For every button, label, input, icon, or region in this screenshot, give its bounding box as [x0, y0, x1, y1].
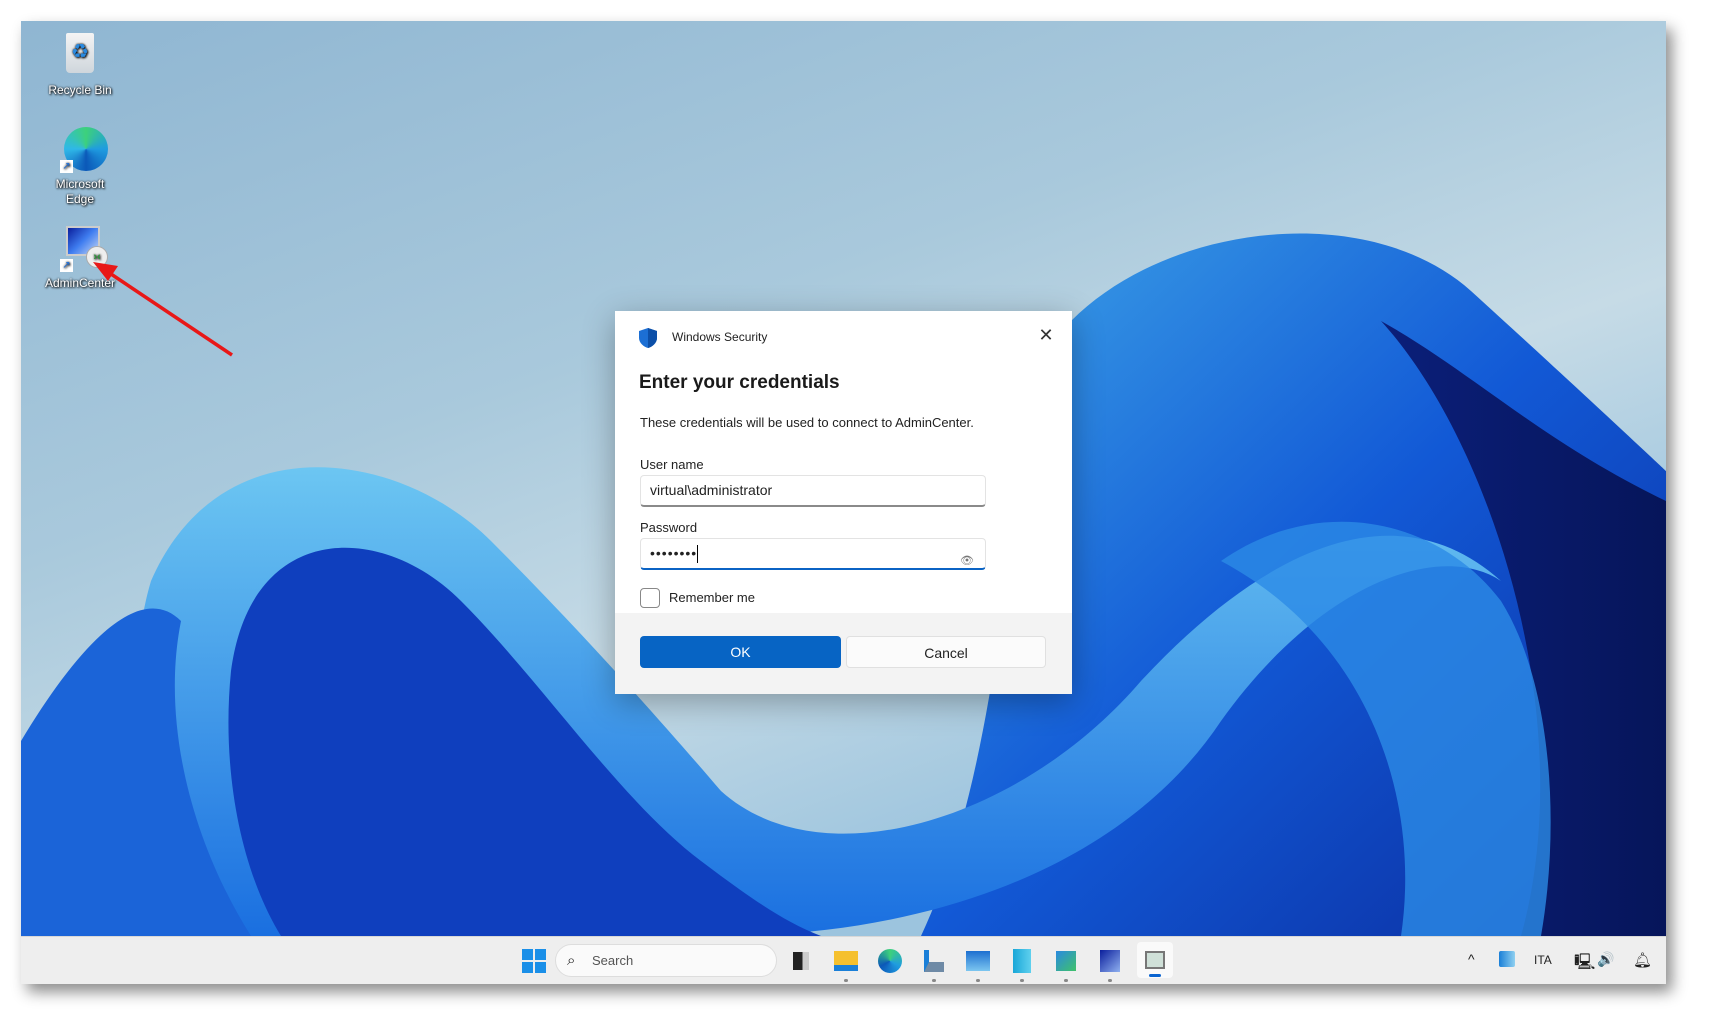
- windows-logo-icon: [522, 949, 546, 973]
- desktop-icon-label: Recycle Bin: [48, 83, 112, 97]
- shortcut-arrow-icon: ↗: [60, 259, 73, 272]
- remember-me-label[interactable]: Remember me: [669, 590, 755, 605]
- shortcut-arrow-icon: ↗: [60, 160, 73, 173]
- volume-icon[interactable]: 🔊: [1597, 951, 1614, 968]
- remember-me-checkbox[interactable]: [640, 588, 660, 608]
- dialog-footer: OK Cancel: [615, 613, 1072, 694]
- password-field[interactable]: •••••••• 👁︎: [640, 538, 986, 570]
- start-button[interactable]: [519, 946, 549, 976]
- dialog-heading: Enter your credentials: [639, 372, 840, 393]
- server-manager-icon: [924, 950, 944, 972]
- search-icon: ⌕: [567, 952, 576, 969]
- remote-desktop-icon: [1100, 950, 1120, 972]
- taskbar-network[interactable]: [1051, 946, 1081, 982]
- language-indicator[interactable]: ITA: [1534, 953, 1552, 967]
- taskbar-file-explorer[interactable]: [831, 946, 861, 982]
- show-hidden-icons-chevron[interactable]: ^: [1468, 951, 1475, 967]
- taskbar: ⌕ Search ^ ITA 🖳 🔊 🔔︎: [21, 936, 1666, 984]
- network-icon: [1056, 951, 1076, 971]
- taskbar-server-manager[interactable]: [919, 946, 949, 982]
- taskbar-edge[interactable]: [875, 946, 905, 976]
- cancel-button[interactable]: Cancel: [846, 636, 1046, 668]
- dialog-app-title: Windows Security: [672, 330, 768, 344]
- password-label: Password: [640, 520, 698, 535]
- taskbar-hyper-v[interactable]: [1007, 946, 1037, 982]
- edge-icon: ↗: [56, 125, 108, 173]
- notification-bell-icon[interactable]: 🔔︎: [1633, 951, 1652, 969]
- taskbar-active-window[interactable]: [1137, 942, 1173, 978]
- folder-icon: [834, 951, 858, 971]
- dialog-description: These credentials will be used to connec…: [640, 415, 974, 430]
- remote-desktop-icon: ›‹ ↗: [56, 224, 108, 272]
- search-placeholder: Search: [592, 953, 634, 968]
- username-label: User name: [640, 457, 704, 472]
- monitor-chart-icon: [966, 951, 990, 971]
- building-icon: [1013, 949, 1031, 973]
- network-icon[interactable]: 🖳: [1574, 951, 1595, 978]
- windows-security-dialog: Windows Security ✕ Enter your credential…: [615, 311, 1072, 694]
- password-value: ••••••••: [650, 545, 698, 561]
- taskbar-remote-desktop[interactable]: [1095, 946, 1125, 982]
- shield-icon: [639, 328, 657, 348]
- ok-button[interactable]: OK: [640, 636, 841, 668]
- text-caret: [697, 545, 699, 564]
- taskbar-search[interactable]: ⌕ Search: [555, 944, 777, 977]
- taskbar-task-view[interactable]: [786, 946, 816, 976]
- tray-app-icon[interactable]: [1499, 951, 1515, 967]
- desktop-icon-admincenter[interactable]: ›‹ ↗ AdminCenter: [40, 224, 120, 291]
- desktop-icon-edge[interactable]: ↗ Microsoft Edge: [40, 125, 120, 207]
- close-button[interactable]: ✕: [1034, 323, 1058, 347]
- username-value: virtual\administrator: [650, 482, 773, 498]
- desktop-icon-recycle-bin[interactable]: ♻ Recycle Bin: [40, 31, 120, 98]
- desktop-icon-label: AdminCenter: [44, 276, 116, 290]
- reveal-password-icon[interactable]: 👁︎: [960, 547, 975, 576]
- desktop-icon-label: Microsoft Edge: [55, 177, 105, 206]
- edge-icon: [878, 949, 902, 973]
- window-icon: [1145, 951, 1165, 969]
- taskbar-resource-monitor[interactable]: [963, 946, 993, 982]
- username-field[interactable]: virtual\administrator: [640, 475, 986, 507]
- recycle-bin-icon: ♻: [56, 31, 104, 79]
